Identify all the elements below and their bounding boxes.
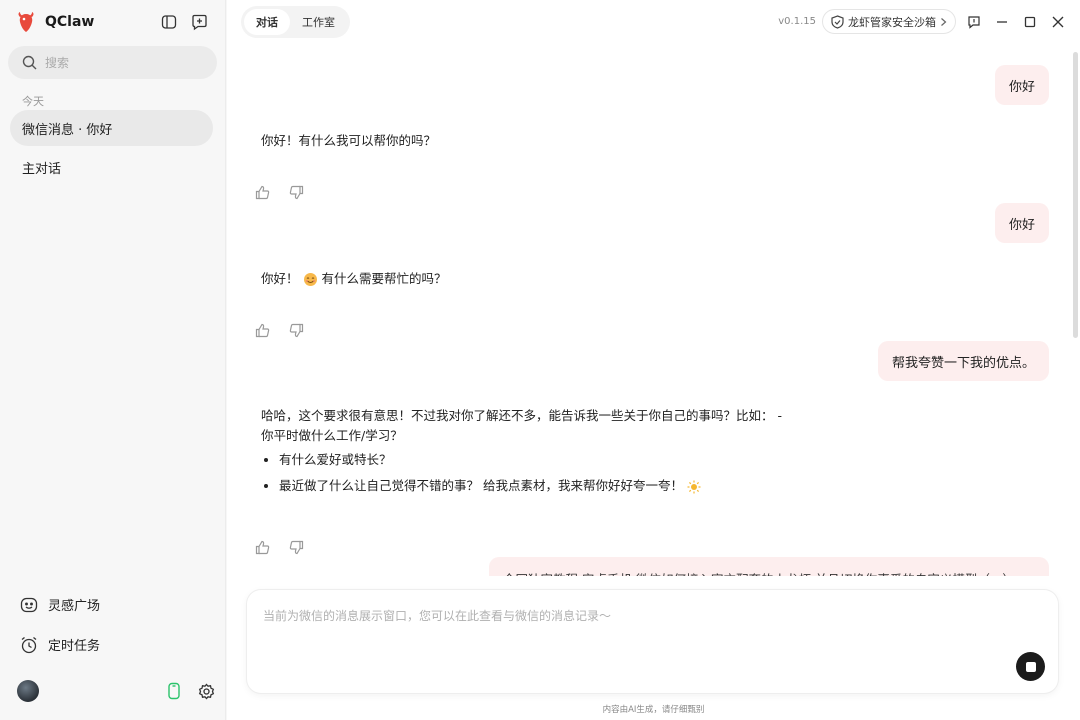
security-sandbox-button[interactable]: 龙虾管家安全沙箱 — [822, 9, 956, 34]
message-composer[interactable] — [247, 590, 1058, 693]
list-item-text: 最近做了什么让自己觉得不错的事？ 给我点素材，我来帮你好好夸一夸！ — [279, 478, 683, 493]
alarm-clock-icon — [21, 636, 37, 653]
chat-scroll-area[interactable]: 你好 你好！有什么我可以帮你的吗？ 你好 你好！ 有什么需要帮忙的吗？ 帮我夸赞… — [227, 50, 1080, 576]
app-name: QClaw — [45, 14, 95, 30]
ai-message: 哈哈，这个要求很有意思！不过我对你了解还不多，能告诉我一些关于你自己的事吗？比如… — [261, 406, 821, 502]
message-input[interactable] — [263, 607, 1003, 647]
ai-message-line: 你平时做什么工作/学习？ — [261, 428, 403, 443]
scheduled-tasks-label: 定时任务 — [48, 639, 101, 654]
ai-disclaimer: 内容由AI生成，请仔细甄别 — [602, 705, 705, 715]
ai-message-text: 有什么需要帮忙的吗？ — [321, 271, 447, 286]
tab-studio[interactable]: 工作室 — [290, 9, 347, 35]
user-avatar[interactable] — [17, 680, 39, 702]
thumbs-down-icon[interactable] — [286, 182, 306, 202]
ai-message-list: 有什么爱好或特长？ 最近做了什么让自己觉得不错的事？ 给我点素材，我来帮你好好夸… — [279, 450, 821, 496]
close-icon[interactable] — [1048, 12, 1068, 32]
thumbs-down-icon[interactable] — [286, 537, 306, 557]
maximize-icon[interactable] — [1020, 12, 1040, 32]
mode-tabs: 对话 工作室 — [241, 6, 350, 38]
section-label-today: 今天 — [22, 95, 44, 108]
search-box[interactable] — [8, 46, 217, 79]
thumbs-up-icon[interactable] — [252, 320, 272, 340]
shield-icon — [831, 14, 844, 29]
thumbs-down-icon[interactable] — [286, 320, 306, 340]
ai-message-text: 你好！ — [261, 271, 299, 286]
minimize-icon[interactable] — [992, 12, 1012, 32]
conversation-item-main[interactable]: 主对话 — [10, 149, 213, 185]
brand: QClaw — [16, 11, 94, 33]
version-label: v0.1.15 — [778, 16, 816, 27]
user-message-bubble: 全网独家教程 安卓手机 微信如何接入官方配套的小龙虾 并且切换你喜爱的自定义模型… — [489, 557, 1049, 576]
list-item: 有什么爱好或特长？ — [279, 450, 821, 470]
lobster-logo-icon — [18, 12, 34, 32]
thumbs-up-icon[interactable] — [252, 182, 272, 202]
inspiration-plaza-label: 灵感广场 — [48, 599, 101, 614]
list-item: 最近做了什么让自己觉得不错的事？ 给我点素材，我来帮你好好夸一夸！ — [279, 476, 821, 496]
toggle-sidebar-icon[interactable] — [159, 12, 179, 32]
sidebar: QClaw 今天 微信消息 · 你好 主对话 灵感广场 定时任务 — [0, 0, 226, 720]
inspiration-plaza-button[interactable]: 灵感广场 — [20, 595, 100, 614]
scheduled-tasks-button[interactable]: 定时任务 — [20, 635, 100, 654]
user-message-bubble: 你好 — [994, 203, 1049, 243]
ai-message-line: 哈哈，这个要求很有意思！不过我对你了解还不多，能告诉我一些关于你自己的事吗？比如… — [261, 408, 782, 423]
user-message-bubble: 你好 — [994, 65, 1049, 105]
smiling-face-emoji-icon — [303, 273, 317, 286]
conversation-item-wechat[interactable]: 微信消息 · 你好 — [10, 110, 213, 146]
stop-generation-button[interactable] — [1016, 652, 1045, 681]
conversation-label: 微信消息 · 你好 — [22, 122, 113, 138]
chat-scrollbar[interactable] — [1073, 52, 1078, 338]
sun-emoji-icon — [687, 480, 701, 493]
phone-connected-icon[interactable] — [164, 681, 184, 701]
conversation-label: 主对话 — [22, 161, 62, 177]
smile-box-icon — [20, 597, 38, 612]
ai-message: 你好！有什么我可以帮你的吗？ — [261, 133, 437, 148]
ai-message: 你好！ 有什么需要帮忙的吗？ — [261, 269, 447, 289]
main-panel: 对话 工作室 v0.1.15 龙虾管家安全沙箱 你好 你好！有什么我可以帮你的吗… — [227, 0, 1080, 720]
search-icon — [22, 55, 37, 70]
sandbox-label: 龙虾管家安全沙箱 — [848, 15, 936, 29]
new-chat-icon[interactable] — [189, 12, 209, 32]
settings-gear-icon[interactable] — [196, 681, 216, 701]
tab-chat[interactable]: 对话 — [244, 9, 290, 35]
chevron-right-icon — [941, 17, 947, 26]
feedback-icon[interactable] — [964, 12, 984, 32]
search-input[interactable] — [45, 55, 195, 70]
user-message-bubble: 帮我夸赞一下我的优点。 — [877, 341, 1049, 381]
thumbs-up-icon[interactable] — [252, 537, 272, 557]
stop-square-icon — [1025, 661, 1036, 672]
